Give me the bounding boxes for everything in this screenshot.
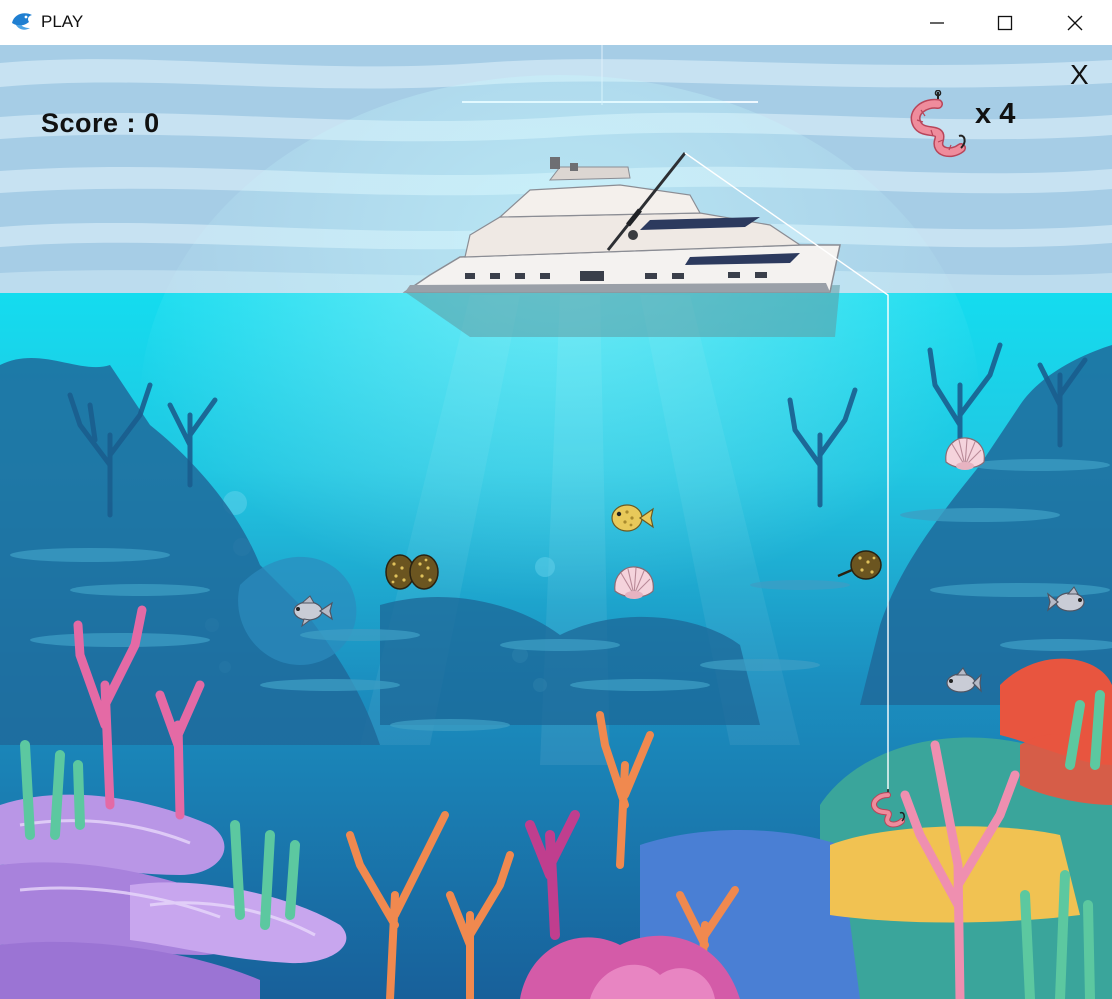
minimize-button[interactable] <box>902 0 972 45</box>
bait-counter: x 4 <box>905 90 1035 160</box>
score-display: Score : 0 <box>41 108 160 139</box>
score-value: 0 <box>144 108 160 138</box>
window-close-button[interactable] <box>1040 0 1110 45</box>
window-title: PLAY <box>41 12 84 31</box>
close-icon <box>1067 15 1083 30</box>
game-close-button[interactable]: X <box>1070 59 1089 91</box>
silver-fish[interactable] <box>1046 584 1092 620</box>
underwater-scene <box>0 45 1112 999</box>
score-label: Score : <box>41 108 137 138</box>
silver-fish[interactable] <box>288 593 334 629</box>
yellow-fish[interactable] <box>607 500 655 536</box>
minimize-icon <box>930 21 944 24</box>
spotted-seed-pod[interactable] <box>836 548 884 582</box>
game-canvas[interactable]: Score : 0 X x 4 <box>0 45 1112 999</box>
maximize-icon <box>997 15 1013 30</box>
worm-bait-icon <box>910 90 966 158</box>
silver-fish[interactable] <box>937 665 983 701</box>
window-titlebar: PLAY <box>0 0 1112 45</box>
bait-count: x 4 <box>975 98 1016 130</box>
maximize-button[interactable] <box>970 0 1040 45</box>
clam-shell[interactable] <box>611 563 657 605</box>
clam-shell[interactable] <box>942 434 988 476</box>
spotted-seed-pod[interactable] <box>384 552 440 592</box>
worm-hook <box>870 789 905 828</box>
app-fish-icon <box>12 13 32 30</box>
